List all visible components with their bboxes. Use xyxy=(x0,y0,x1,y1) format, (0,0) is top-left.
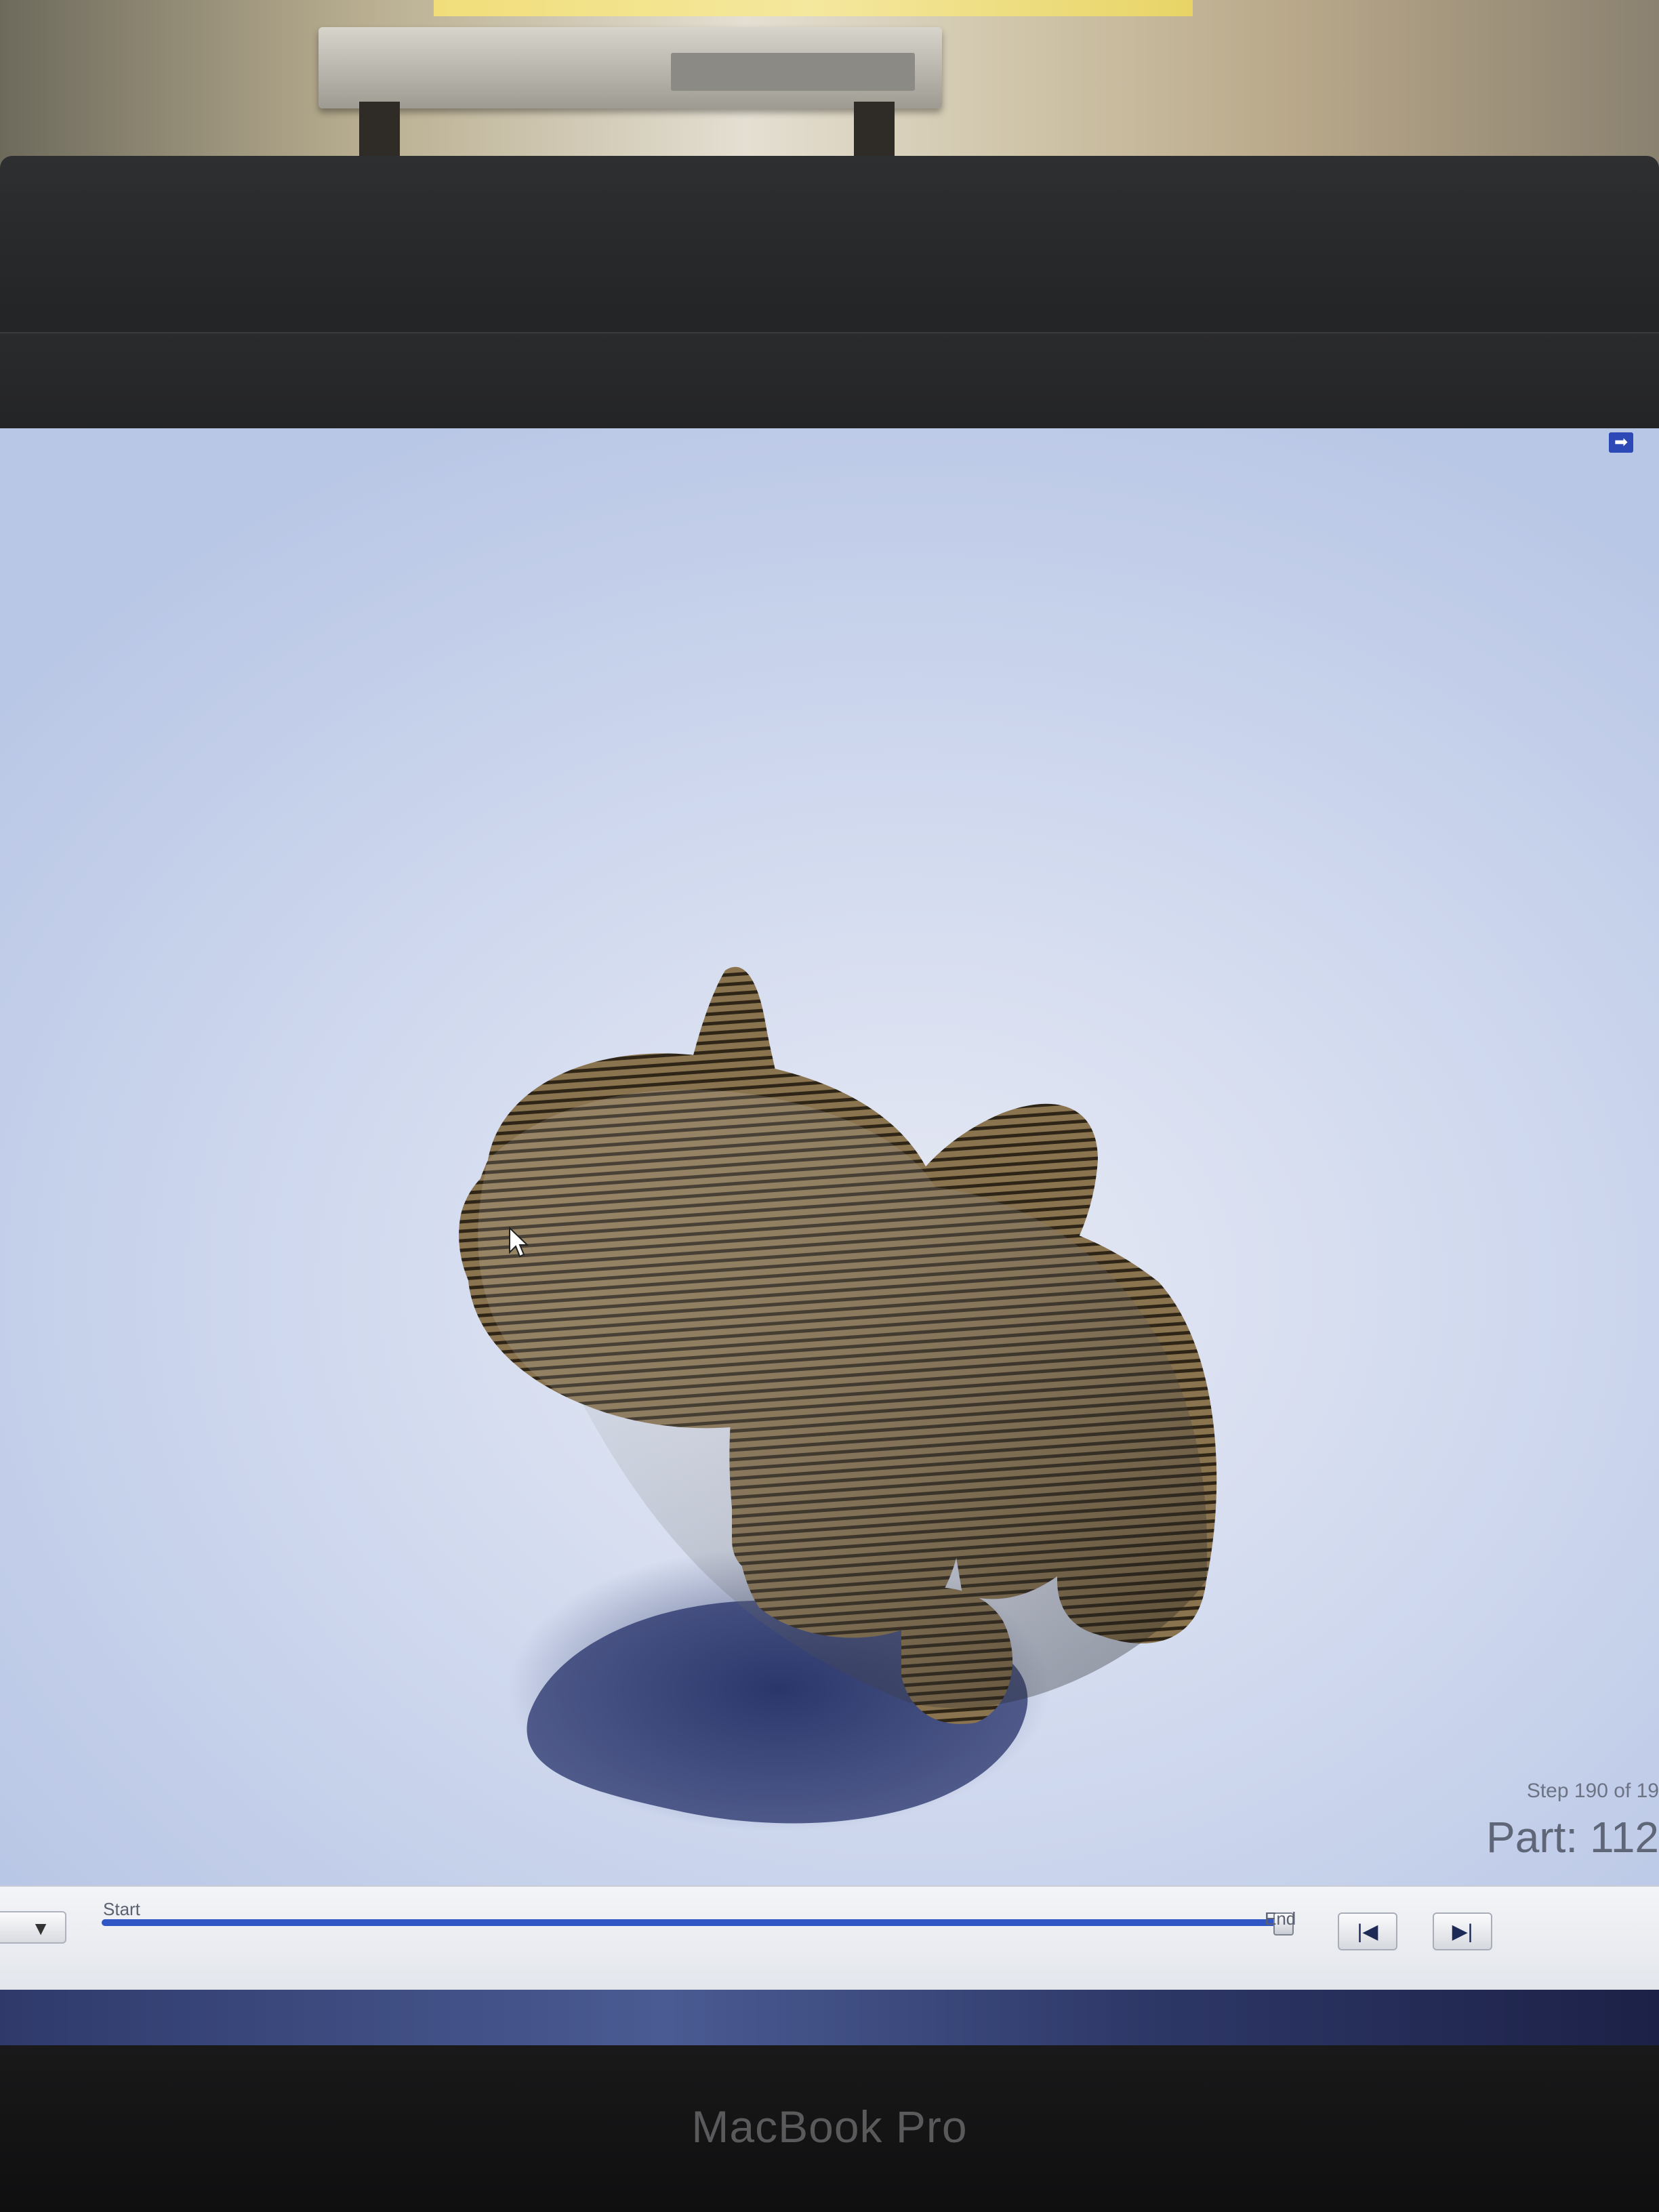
sliced-model-view xyxy=(459,966,1217,1831)
machine-label-plate xyxy=(671,53,915,91)
app-window: ➡ Step 190 of 19 Part: 112 ▼ Start End |… xyxy=(0,428,1659,1990)
slider-end-label: End xyxy=(1265,1908,1296,1929)
chevron-down-icon: ▼ xyxy=(31,1918,50,1939)
step-slider[interactable] xyxy=(102,1912,1294,1936)
step-counter: Step 190 of 19 xyxy=(1526,1780,1659,1802)
desktop-background-strip xyxy=(0,1990,1659,2045)
laptop-brand-label: MacBook Pro xyxy=(691,2102,968,2152)
collapse-panel-button[interactable]: ➡ xyxy=(1609,432,1633,453)
first-step-button[interactable]: |◀ xyxy=(1338,1912,1397,1950)
screen-top-bar xyxy=(0,332,1659,434)
skip-back-icon: |◀ xyxy=(1357,1920,1378,1943)
slider-start-label: Start xyxy=(103,1899,140,1919)
step-slider-fill xyxy=(102,1919,1283,1926)
part-number: Part: 112 xyxy=(1486,1813,1659,1862)
options-dropdown[interactable]: ▼ xyxy=(0,1911,66,1944)
3d-viewport[interactable]: ➡ Step 190 of 19 Part: 112 xyxy=(0,428,1659,1885)
background-room xyxy=(0,0,1659,169)
skip-forward-icon: ▶| xyxy=(1452,1920,1473,1943)
mouse-cursor-icon xyxy=(509,1227,529,1258)
playback-controls: ▼ Start End |◀ ▶| xyxy=(0,1885,1659,1990)
arrow-right-icon: ➡ xyxy=(1614,433,1629,451)
last-step-button[interactable]: ▶| xyxy=(1433,1912,1492,1950)
yellow-light xyxy=(434,0,1193,16)
cnc-machine xyxy=(319,27,942,108)
